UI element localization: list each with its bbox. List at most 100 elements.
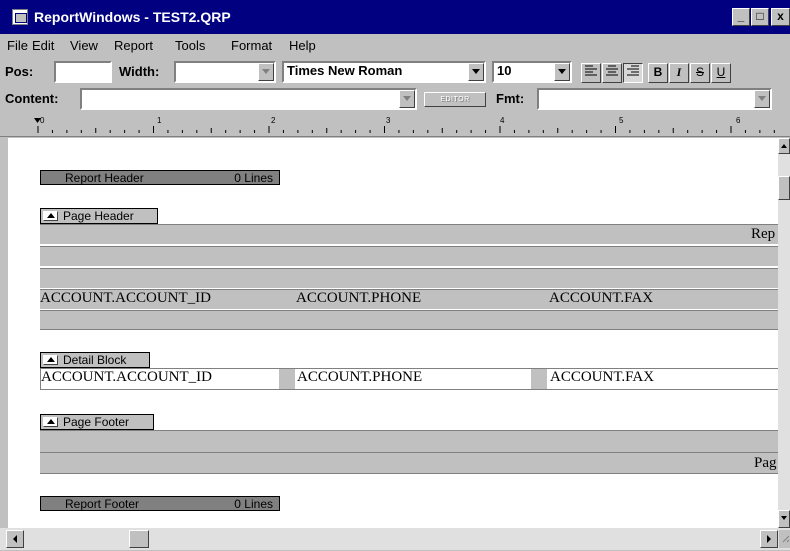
page-header-line[interactable]: ACCOUNT.ACCOUNT_ID ACCOUNT.PHONE ACCOUNT… (40, 289, 778, 309)
ruler-num-5: 5 (619, 116, 624, 125)
arrow-right-icon (767, 535, 771, 543)
page-footer-line[interactable] (40, 430, 778, 452)
detail-block-band[interactable]: Detail Block (40, 352, 150, 368)
arrow-down-icon (781, 516, 787, 520)
field-account-id[interactable]: ACCOUNT.ACCOUNT_ID (41, 369, 212, 386)
ruler-num-3: 3 (386, 116, 391, 125)
width-label: Width: (119, 64, 160, 79)
font-select[interactable]: Times New Roman (282, 61, 486, 83)
menu-tools[interactable]: Tools (175, 38, 205, 53)
align-center-icon (606, 65, 618, 76)
pos-input[interactable] (54, 61, 112, 83)
page-footer-line[interactable]: Pag (40, 452, 778, 474)
field-phone[interactable]: ACCOUNT.PHONE (297, 369, 422, 386)
ruler-num-0: 0 (40, 116, 45, 125)
page-header-line[interactable] (40, 310, 778, 330)
size-grip-icon (782, 535, 790, 543)
field-fax[interactable]: ACCOUNT.FAX (549, 290, 653, 307)
field-account-id[interactable]: ACCOUNT.ACCOUNT_ID (40, 290, 211, 307)
page-header-line[interactable] (40, 268, 778, 288)
report-header-label: Report Header (65, 171, 144, 185)
ruler: 0 1 2 3 4 5 6 (0, 116, 790, 137)
ruler-num-2: 2 (271, 116, 276, 125)
collapse-arrow-icon[interactable] (43, 211, 58, 221)
horizontal-scrollbar[interactable] (0, 528, 790, 550)
align-right-button[interactable] (623, 63, 643, 83)
align-center-button[interactable] (602, 63, 622, 83)
chevron-down-icon[interactable] (258, 63, 274, 81)
window-title: ReportWindows - TEST2.QRP (34, 9, 231, 25)
font-size-select[interactable]: 10 (492, 61, 572, 83)
field-gap (279, 369, 295, 389)
detail-line[interactable]: ACCOUNT.ACCOUNT_ID ACCOUNT.PHONE ACCOUNT… (40, 368, 778, 390)
content-input[interactable] (80, 88, 417, 110)
editor-button[interactable]: EDITOR (424, 92, 486, 107)
font-value: Times New Roman (287, 63, 403, 78)
scroll-right-button[interactable] (760, 530, 778, 548)
ruler-num-6: 6 (736, 116, 741, 125)
report-header-lines: 0 Lines (234, 171, 273, 185)
size-grip[interactable] (779, 530, 790, 548)
menu-format[interactable]: Format (231, 38, 272, 53)
app-icon[interactable] (12, 9, 28, 25)
field-fax[interactable]: ACCOUNT.FAX (550, 369, 654, 386)
report-footer-band[interactable]: Report Footer 0 Lines (40, 496, 280, 511)
chevron-down-icon[interactable] (754, 90, 770, 108)
page-footer-text[interactable]: Pag (754, 455, 777, 472)
page-footer-band[interactable]: Page Footer (40, 414, 154, 430)
ruler-ticks (34, 118, 775, 133)
italic-button[interactable]: I (669, 63, 689, 83)
collapse-arrow-icon[interactable] (43, 417, 58, 427)
format-toolbar: Pos: Width: Times New Roman 10 B I S U (0, 58, 790, 86)
page-header-text[interactable]: Rep (751, 226, 775, 243)
field-gap (531, 369, 547, 389)
page-header-band[interactable]: Page Header (40, 208, 158, 224)
scroll-left-button[interactable] (6, 530, 24, 548)
collapse-arrow-icon[interactable] (43, 355, 58, 365)
menu-help[interactable]: Help (289, 38, 316, 53)
chevron-down-icon[interactable] (468, 63, 484, 81)
report-header-band[interactable]: Report Header 0 Lines (40, 170, 280, 185)
ruler-num-1: 1 (157, 116, 162, 125)
content-label: Content: (5, 91, 59, 106)
close-button[interactable]: x (771, 8, 790, 26)
scroll-down-button[interactable] (778, 510, 790, 528)
vertical-scroll-thumb[interactable] (778, 176, 790, 200)
underline-button[interactable]: U (711, 63, 731, 83)
detail-block-label: Detail Block (63, 353, 127, 367)
menu-report[interactable]: Report (114, 38, 153, 53)
field-phone[interactable]: ACCOUNT.PHONE (296, 290, 421, 307)
bold-button[interactable]: B (648, 63, 668, 83)
report-canvas[interactable]: Report Header 0 Lines Page Header Rep AC… (8, 138, 778, 528)
pos-label: Pos: (5, 64, 34, 79)
horizontal-scroll-thumb[interactable] (129, 530, 149, 548)
menu-view[interactable]: View (70, 38, 98, 53)
page-footer-label: Page Footer (63, 415, 130, 429)
ruler-num-4: 4 (500, 116, 505, 125)
scroll-up-button[interactable] (778, 138, 790, 154)
fmt-input[interactable] (537, 88, 772, 110)
chevron-down-icon[interactable] (399, 90, 415, 108)
menu-edit[interactable]: Edit (32, 38, 54, 53)
menu-bar: File Edit View Report Tools Format Help (0, 35, 790, 55)
align-left-icon (585, 65, 597, 76)
minimize-button[interactable]: _ (732, 8, 750, 26)
width-select[interactable] (174, 61, 276, 83)
align-right-icon (627, 65, 639, 76)
title-bar[interactable]: ReportWindows - TEST2.QRP _ □ x (0, 0, 790, 34)
align-left-button[interactable] (581, 63, 601, 83)
font-size-value: 10 (497, 63, 512, 78)
chevron-down-icon[interactable] (554, 63, 570, 81)
arrow-left-icon (13, 535, 17, 543)
strikethrough-button[interactable]: S (690, 63, 710, 83)
content-toolbar: Content: EDITOR Fmt: (0, 86, 790, 114)
page-header-line[interactable] (40, 246, 778, 266)
menu-file[interactable]: File (7, 38, 28, 53)
page-header-label: Page Header (63, 209, 134, 223)
fmt-label: Fmt: (496, 91, 525, 106)
arrow-up-icon (781, 144, 787, 148)
maximize-button[interactable]: □ (751, 8, 769, 26)
vertical-scrollbar[interactable] (778, 138, 790, 528)
page-header-line[interactable]: Rep (40, 224, 778, 244)
report-footer-lines: 0 Lines (234, 497, 273, 511)
